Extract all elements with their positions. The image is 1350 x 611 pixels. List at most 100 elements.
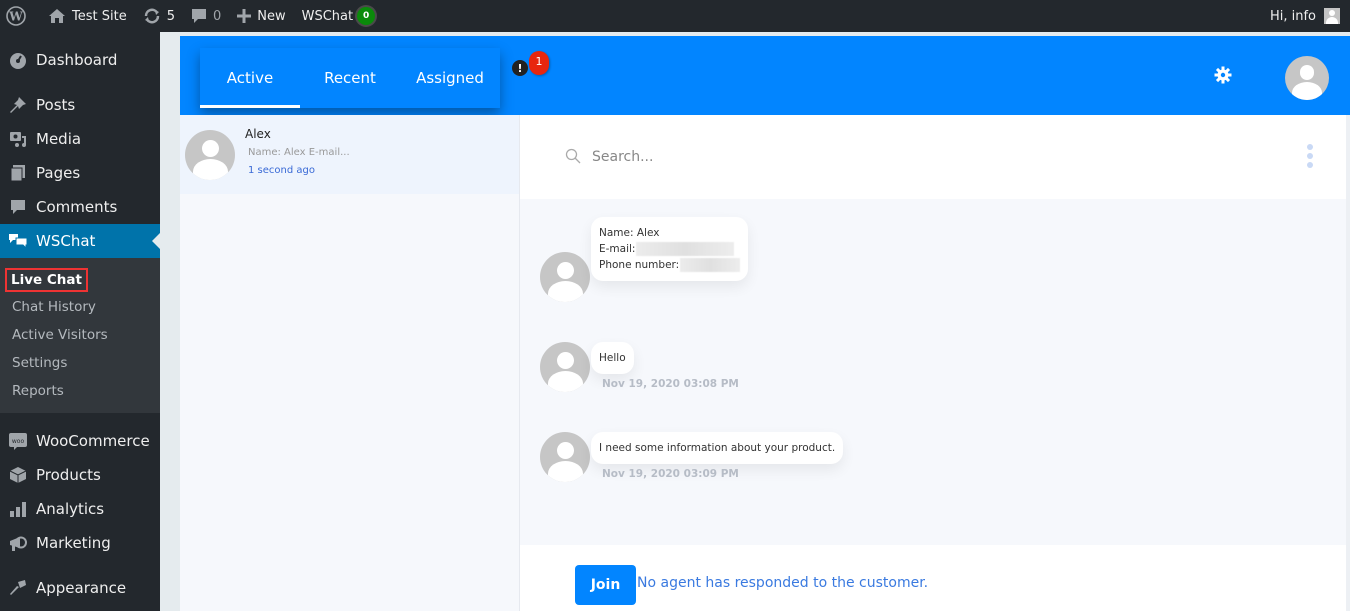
alert-icon[interactable]: ! bbox=[512, 60, 528, 76]
wschat-label: WSChat bbox=[301, 8, 354, 24]
sidebar-item-products[interactable]: Products bbox=[0, 458, 160, 492]
sidebar-item-label: Dashboard bbox=[36, 51, 118, 69]
sidebar-item-label: WooCommerce bbox=[36, 432, 150, 450]
box-icon bbox=[0, 466, 36, 484]
sidebar-item-label: WSChat bbox=[36, 232, 96, 250]
comment-icon bbox=[191, 8, 207, 24]
message-bubble: I need some information about your produ… bbox=[591, 432, 844, 464]
chat-pane: Name: Alex E-mail: Phone number: Hello N… bbox=[520, 115, 1346, 611]
message-bubble: Hello bbox=[591, 342, 634, 374]
conversation-tabs: Active Recent Assigned bbox=[200, 48, 500, 108]
gear-icon[interactable] bbox=[1214, 66, 1232, 84]
wordpress-logo-icon: W bbox=[6, 6, 26, 26]
tab-active[interactable]: Active bbox=[200, 48, 300, 108]
user-avatar-icon bbox=[1324, 8, 1340, 24]
sidebar-item-wschat[interactable]: WSChat bbox=[0, 224, 160, 258]
sidebar-item-dashboard[interactable]: Dashboard bbox=[0, 43, 160, 77]
updates-link[interactable]: 5 bbox=[135, 0, 183, 32]
submenu-reports[interactable]: Reports bbox=[12, 383, 64, 399]
conversation-list: Alex Name: Alex E-mail... 1 second ago bbox=[180, 115, 520, 611]
sidebar-item-posts[interactable]: Posts bbox=[0, 88, 160, 122]
sidebar-item-woocommerce[interactable]: woo WooCommerce bbox=[0, 424, 160, 458]
tab-recent[interactable]: Recent bbox=[300, 48, 400, 108]
wschat-submenu: Live Chat Chat History Active Visitors S… bbox=[0, 258, 160, 413]
sidebar-item-label: Products bbox=[36, 466, 101, 484]
conversation-time: 1 second ago bbox=[248, 165, 315, 176]
info-phone-label: Phone number: bbox=[599, 259, 680, 271]
scrollbar-track[interactable] bbox=[1346, 115, 1350, 611]
sidebar-item-label: Pages bbox=[36, 164, 81, 182]
info-email-label: E-mail: bbox=[599, 243, 636, 255]
visitor-avatar bbox=[540, 432, 590, 482]
sidebar-item-label: Comments bbox=[36, 198, 118, 216]
woo-icon: woo bbox=[0, 432, 36, 450]
sidebar-item-pages[interactable]: Pages bbox=[0, 156, 160, 190]
bar-chart-icon bbox=[0, 500, 36, 518]
comments-count: 0 bbox=[212, 8, 222, 24]
chat-footer: Join No agent has responded to the custo… bbox=[520, 545, 1346, 611]
dashboard-icon bbox=[0, 51, 36, 69]
join-button[interactable]: Join bbox=[575, 565, 636, 605]
no-agent-notice: No agent has responded to the customer. bbox=[637, 575, 929, 591]
sidebar-item-label: Posts bbox=[36, 96, 76, 114]
sidebar-item-comments[interactable]: Comments bbox=[0, 190, 160, 224]
site-name: Test Site bbox=[72, 8, 127, 24]
search-input[interactable] bbox=[592, 145, 1192, 169]
more-options-icon[interactable] bbox=[1306, 144, 1314, 168]
submenu-live-chat[interactable]: Live Chat bbox=[5, 268, 88, 292]
search-bar bbox=[520, 115, 1346, 199]
wordpress-logo-button[interactable]: W bbox=[0, 0, 40, 32]
new-content-link[interactable]: New bbox=[229, 0, 293, 32]
sidebar-item-media[interactable]: Media bbox=[0, 122, 160, 156]
agent-avatar[interactable] bbox=[1285, 56, 1329, 100]
greeting: Hi, info bbox=[1269, 8, 1316, 24]
visitor-avatar bbox=[185, 130, 235, 180]
sidebar-item-label: Marketing bbox=[36, 534, 111, 552]
pin-icon bbox=[0, 96, 36, 114]
alert-count-badge: 1 bbox=[529, 51, 549, 75]
wschat-link[interactable]: WSChat 0 bbox=[294, 0, 384, 32]
redacted-phone bbox=[680, 258, 741, 272]
info-card: Name: Alex E-mail: Phone number: bbox=[591, 217, 749, 281]
submenu-chat-history[interactable]: Chat History bbox=[12, 299, 96, 315]
chat-bubbles-icon bbox=[0, 232, 36, 250]
conversation-item[interactable]: Alex Name: Alex E-mail... 1 second ago bbox=[180, 115, 519, 194]
wschat-count-badge: 0 bbox=[357, 7, 376, 25]
plus-icon bbox=[237, 9, 252, 23]
submenu-active-visitors[interactable]: Active Visitors bbox=[12, 327, 108, 343]
info-name: Name: Alex bbox=[599, 227, 660, 239]
conversation-preview: Name: Alex E-mail... bbox=[248, 147, 350, 158]
sidebar-item-appearance[interactable]: Appearance bbox=[0, 571, 160, 605]
new-label: New bbox=[257, 8, 286, 24]
my-account-link[interactable]: Hi, info bbox=[1270, 8, 1350, 24]
site-name-link[interactable]: Test Site bbox=[40, 0, 135, 32]
sidebar-item-label: Appearance bbox=[36, 579, 127, 597]
admin-sidebar: Dashboard Posts Media Pages Comments WSC… bbox=[0, 32, 160, 611]
sidebar-item-analytics[interactable]: Analytics bbox=[0, 492, 160, 526]
message-time: Nov 19, 2020 03:09 PM bbox=[602, 468, 739, 480]
home-icon bbox=[48, 8, 66, 24]
comment-icon bbox=[0, 198, 36, 216]
media-icon bbox=[0, 130, 36, 148]
search-icon bbox=[565, 148, 581, 164]
conversation-name: Alex bbox=[245, 127, 271, 141]
sidebar-item-label: Analytics bbox=[36, 500, 105, 518]
redacted-email bbox=[636, 242, 735, 256]
sidebar-item-marketing[interactable]: Marketing bbox=[0, 526, 160, 560]
visitor-avatar bbox=[540, 252, 590, 302]
svg-text:W: W bbox=[8, 10, 23, 24]
svg-text:woo: woo bbox=[12, 438, 25, 445]
visitor-avatar bbox=[540, 342, 590, 392]
pages-icon bbox=[0, 164, 36, 182]
brush-icon bbox=[0, 579, 36, 597]
updates-icon bbox=[143, 7, 161, 25]
wschat-app: Active Recent Assigned ! 1 Alex Name: Al… bbox=[180, 36, 1350, 611]
comments-link[interactable]: 0 bbox=[183, 0, 229, 32]
sidebar-item-label: Media bbox=[36, 130, 82, 148]
tab-assigned[interactable]: Assigned bbox=[400, 48, 500, 108]
app-header: Active Recent Assigned ! 1 bbox=[180, 36, 1350, 115]
submenu-settings[interactable]: Settings bbox=[12, 355, 67, 371]
admin-bar: W Test Site 5 0 New WSChat 0 Hi, info bbox=[0, 0, 1350, 32]
message-time: Nov 19, 2020 03:08 PM bbox=[602, 378, 739, 390]
megaphone-icon bbox=[0, 534, 36, 552]
